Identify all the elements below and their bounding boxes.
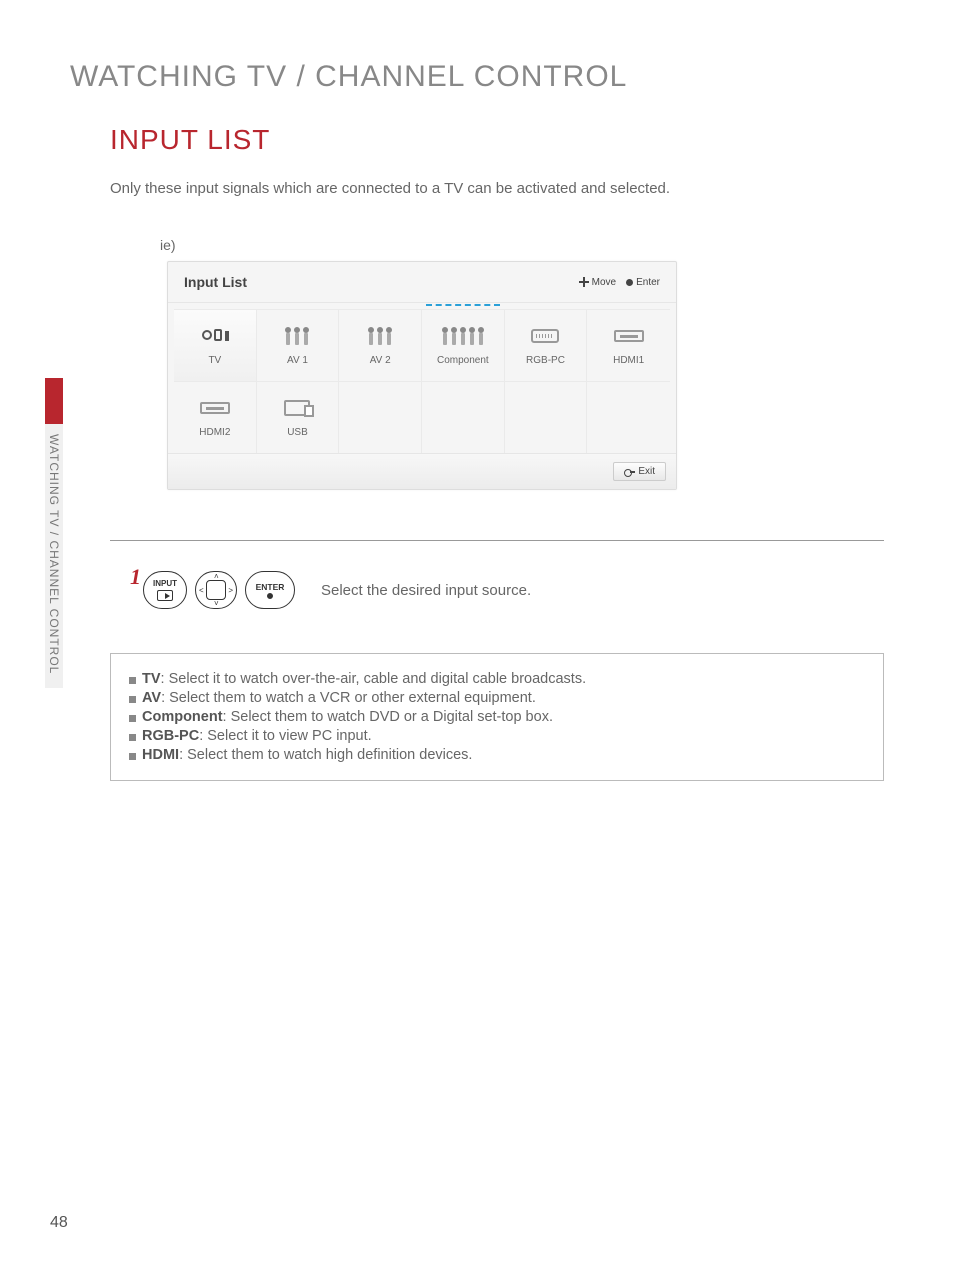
bullet-icon	[129, 677, 136, 684]
panel-hints: Move Enter	[579, 277, 660, 288]
description-term: Component	[142, 709, 223, 725]
hdmi-icon	[614, 330, 644, 342]
enter-remote-button[interactable]: ENTER	[245, 571, 295, 609]
chapter-title: WATCHING TV / CHANNEL CONTROL	[70, 60, 884, 94]
input-cell-label: HDMI2	[199, 427, 230, 438]
rca-icon	[285, 327, 309, 345]
input-cell-label: AV 1	[287, 355, 308, 366]
input-cell-label: AV 2	[370, 355, 391, 366]
enter-button-label: ENTER	[256, 582, 285, 592]
hint-move: Move	[592, 277, 616, 288]
hint-enter: Enter	[636, 277, 660, 288]
description-text: Component: Select them to watch DVD or a…	[142, 709, 553, 725]
bullet-icon	[129, 734, 136, 741]
vga-icon	[531, 329, 559, 343]
example-label: ie)	[160, 237, 884, 253]
exit-button[interactable]: Exit	[613, 462, 666, 481]
section-title: INPUT LIST	[110, 124, 884, 156]
tv-icon	[202, 327, 228, 345]
side-tab-body: WATCHING TV / CHANNEL CONTROL	[45, 424, 63, 688]
input-cell-label: TV	[208, 355, 221, 366]
input-cell-label: RGB-PC	[526, 355, 565, 366]
divider	[110, 540, 884, 541]
panel-header: Input List Move Enter	[168, 262, 676, 303]
input-cell[interactable]: RGB-PC	[505, 309, 588, 381]
panel-title: Input List	[184, 274, 247, 290]
move-icon	[579, 277, 589, 287]
input-glyph-icon	[157, 590, 173, 601]
intro-text: Only these input signals which are conne…	[110, 180, 884, 197]
input-cell	[505, 381, 588, 453]
description-term: AV	[142, 690, 161, 706]
input-cell	[339, 381, 422, 453]
bullet-icon	[129, 696, 136, 703]
step-text: Select the desired input source.	[321, 582, 531, 599]
input-cell[interactable]: USB	[257, 381, 340, 453]
nav-remote-button[interactable]: ˄˅˂˃	[195, 571, 237, 609]
step-row: 1 INPUT ˄˅˂˃ ENTER Select the desired in…	[130, 571, 884, 609]
nav-diamond-icon: ˄˅˂˃	[206, 580, 226, 600]
side-tab-accent	[45, 378, 63, 424]
bullet-icon	[129, 753, 136, 760]
exit-label: Exit	[638, 466, 655, 477]
input-cell	[422, 381, 505, 453]
exit-icon	[624, 467, 634, 477]
description-text: HDMI: Select them to watch high definiti…	[142, 747, 472, 763]
description-text: AV: Select them to watch a VCR or other …	[142, 690, 536, 706]
input-cell-label: Component	[437, 355, 489, 366]
input-cell-label: USB	[287, 427, 308, 438]
description-term: HDMI	[142, 747, 179, 763]
input-grid: TV AV 1 AV 2 Component RGB-PC HDMI1 HDMI2 USB	[174, 309, 670, 453]
description-box: TV: Select it to watch over-the-air, cab…	[110, 653, 884, 781]
component-icon	[442, 327, 484, 345]
input-cell[interactable]: AV 2	[339, 309, 422, 381]
description-row: Component: Select them to watch DVD or a…	[129, 709, 865, 725]
bullet-icon	[129, 715, 136, 722]
description-row: RGB-PC: Select it to view PC input.	[129, 728, 865, 744]
description-text: TV: Select it to watch over-the-air, cab…	[142, 671, 586, 687]
input-cell[interactable]: HDMI1	[587, 309, 670, 381]
description-row: TV: Select it to watch over-the-air, cab…	[129, 671, 865, 687]
input-remote-button[interactable]: INPUT	[143, 571, 187, 609]
side-tab: WATCHING TV / CHANNEL CONTROL	[45, 378, 63, 688]
usb-icon	[284, 400, 310, 416]
description-row: AV: Select them to watch a VCR or other …	[129, 690, 865, 706]
input-cell	[587, 381, 670, 453]
step-number: 1	[130, 564, 141, 590]
description-row: HDMI: Select them to watch high definiti…	[129, 747, 865, 763]
enter-dot-icon	[267, 593, 273, 599]
rca-icon	[368, 327, 392, 345]
input-button-label: INPUT	[153, 579, 177, 588]
input-cell[interactable]: TV	[174, 309, 257, 381]
input-list-panel: Input List Move Enter TV AV 1 AV 2 Componen…	[167, 261, 677, 490]
hdmi-icon	[200, 402, 230, 414]
page-number: 48	[50, 1214, 68, 1232]
input-cell[interactable]: AV 1	[257, 309, 340, 381]
side-tab-text: WATCHING TV / CHANNEL CONTROL	[47, 434, 61, 674]
input-cell-label: HDMI1	[613, 355, 644, 366]
input-cell[interactable]: Component	[422, 309, 505, 381]
description-term: TV	[142, 671, 161, 687]
description-text: RGB-PC: Select it to view PC input.	[142, 728, 372, 744]
input-cell[interactable]: HDMI2	[174, 381, 257, 453]
panel-footer: Exit	[168, 453, 676, 489]
enter-dot-icon	[626, 279, 633, 286]
description-term: RGB-PC	[142, 728, 199, 744]
